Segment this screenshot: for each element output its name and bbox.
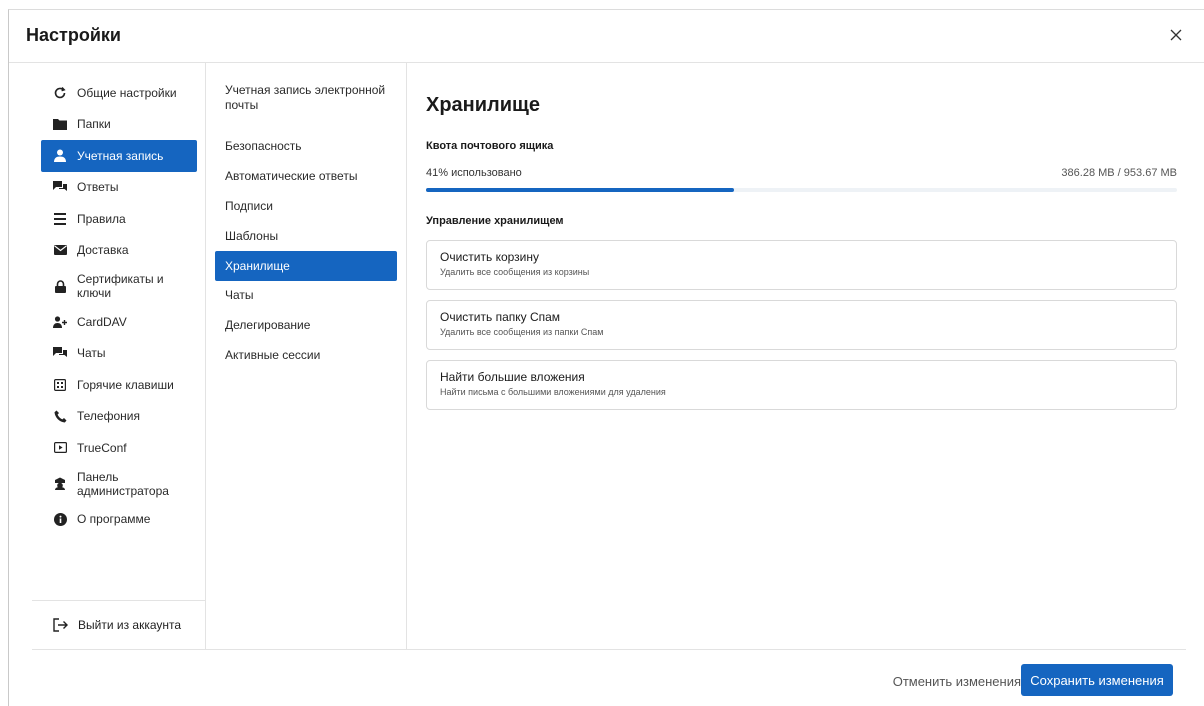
sidebar-item-label: Доставка <box>77 243 129 258</box>
sidebar-item-label: Ответы <box>77 180 119 195</box>
sidebar-item-telephony[interactable]: Телефония <box>41 401 197 433</box>
sidebar-item-admin[interactable]: Панель администратора <box>41 464 197 504</box>
sidebar-item-certificates[interactable]: Сертификаты и ключи <box>41 266 197 306</box>
quota-size-text: 386.28 MB / 953.67 MB <box>1061 167 1177 179</box>
sidebar-item-label: TrueConf <box>77 440 127 455</box>
admin-icon <box>53 477 67 491</box>
refresh-icon <box>53 86 67 100</box>
dialog-title: Настройки <box>26 25 121 45</box>
settings-sidebar: Общие настройки Папки Учетная запись Отв… <box>32 63 206 649</box>
video-icon <box>53 441 67 455</box>
quota-progress-fill <box>426 188 734 192</box>
subnav-item-security[interactable]: Безопасность <box>215 132 397 162</box>
sidebar-item-label: Чаты <box>77 346 106 361</box>
sidebar-item-hotkeys[interactable]: Горячие клавиши <box>41 369 197 401</box>
save-button[interactable]: Сохранить изменения <box>1021 664 1173 696</box>
sidebar-item-label: Правила <box>77 211 126 226</box>
close-icon[interactable] <box>1166 25 1186 45</box>
mail-icon <box>53 243 67 257</box>
storage-actions: Очистить корзину Удалить все сообщения и… <box>426 240 1177 420</box>
subnav-item-email-account[interactable]: Учетная запись электронной почты <box>215 78 397 132</box>
account-subnav: Учетная запись электронной почты Безопас… <box>206 63 407 649</box>
sidebar-item-folders[interactable]: Папки <box>41 109 197 141</box>
page-title: Хранилище <box>426 94 541 116</box>
subnav-item-chats[interactable]: Чаты <box>215 281 397 311</box>
sidebar-item-chats[interactable]: Чаты <box>41 338 197 370</box>
sidebar-item-replies[interactable]: Ответы <box>41 172 197 204</box>
phone-icon <box>53 409 67 423</box>
dialog-header: Настройки <box>9 10 1204 63</box>
quota-used-text: 41% использовано <box>426 167 522 179</box>
subnav-item-active-sessions[interactable]: Активные сессии <box>215 341 397 371</box>
logout-icon <box>53 617 69 633</box>
sidebar-item-account[interactable]: Учетная запись <box>41 140 197 172</box>
action-subtitle: Удалить все сообщения из корзины <box>440 267 590 277</box>
sidebar-item-rules[interactable]: Правила <box>41 203 197 235</box>
sidebar-item-general[interactable]: Общие настройки <box>41 77 197 109</box>
quota-heading: Квота почтового ящика <box>426 140 554 152</box>
quota-progress-bar <box>426 188 1177 192</box>
find-large-attachments-button[interactable]: Найти большие вложения Найти письма с бо… <box>426 360 1177 410</box>
subnav-item-signatures[interactable]: Подписи <box>215 192 397 222</box>
chat-icon <box>53 346 67 360</box>
sidebar-item-carddav[interactable]: CardDAV <box>41 306 197 338</box>
cancel-button[interactable]: Отменить изменения <box>893 674 1021 689</box>
keyboard-icon <box>53 378 67 392</box>
sidebar-item-label: Горячие клавиши <box>77 377 174 392</box>
action-subtitle: Удалить все сообщения из папки Спам <box>440 327 604 337</box>
sidebar-item-about[interactable]: О программе <box>41 504 197 536</box>
info-icon <box>53 512 67 526</box>
empty-trash-button[interactable]: Очистить корзину Удалить все сообщения и… <box>426 240 1177 290</box>
sidebar-item-label: Панель администратора <box>77 469 169 498</box>
subnav-item-templates[interactable]: Шаблоны <box>215 221 397 251</box>
sidebar-item-label: Общие настройки <box>77 85 177 100</box>
subnav-item-auto-replies[interactable]: Автоматические ответы <box>215 162 397 192</box>
manage-heading: Управление хранилищем <box>426 215 564 227</box>
action-title: Найти большие вложения <box>440 370 585 384</box>
folder-icon <box>53 117 67 131</box>
action-subtitle: Найти письма с большими вложениями для у… <box>440 387 666 397</box>
action-title: Очистить корзину <box>440 250 539 264</box>
list-icon <box>53 212 67 226</box>
logout-button[interactable]: Выйти из аккаунта <box>32 600 205 649</box>
sidebar-item-trueconf[interactable]: TrueConf <box>41 432 197 464</box>
dialog-footer: Отменить изменения Сохранить изменения <box>32 649 1186 706</box>
sidebar-item-delivery[interactable]: Доставка <box>41 235 197 267</box>
chat-icon <box>53 180 67 194</box>
contacts-icon <box>53 315 67 329</box>
subnav-item-delegation[interactable]: Делегирование <box>215 311 397 341</box>
subnav-item-storage[interactable]: Хранилище <box>215 251 397 281</box>
action-title: Очистить папку Спам <box>440 310 561 324</box>
user-icon <box>53 149 67 163</box>
sidebar-item-label: Папки <box>77 117 111 132</box>
sidebar-item-label: Сертификаты и ключи <box>77 272 164 300</box>
storage-panel: Хранилище Квота почтового ящика 41% испо… <box>407 63 1204 649</box>
sidebar-item-label: Телефония <box>77 409 140 424</box>
sidebar-item-label: Учетная запись <box>77 148 164 163</box>
lock-icon <box>53 279 67 293</box>
logout-label: Выйти из аккаунта <box>78 618 182 632</box>
empty-spam-button[interactable]: Очистить папку Спам Удалить все сообщени… <box>426 300 1177 350</box>
settings-dialog: Настройки Общие настройки Папки Учетная … <box>8 9 1204 706</box>
sidebar-item-label: О программе <box>77 512 151 527</box>
sidebar-item-label: CardDAV <box>77 314 127 329</box>
